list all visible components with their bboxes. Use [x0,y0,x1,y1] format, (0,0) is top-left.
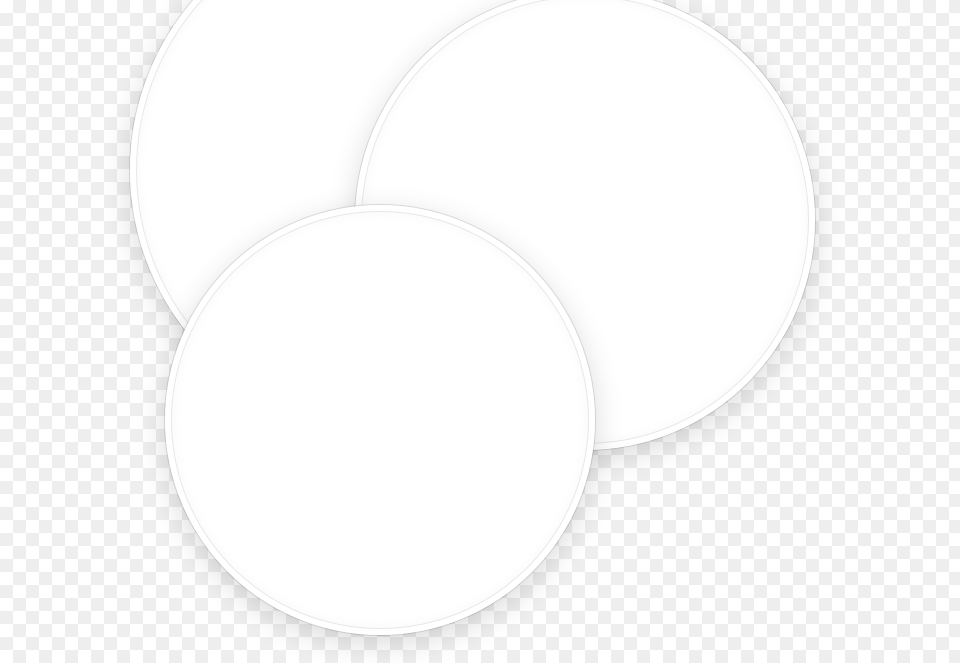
button-fragment[interactable]: es [170,562,201,589]
lens-frame [165,205,595,635]
